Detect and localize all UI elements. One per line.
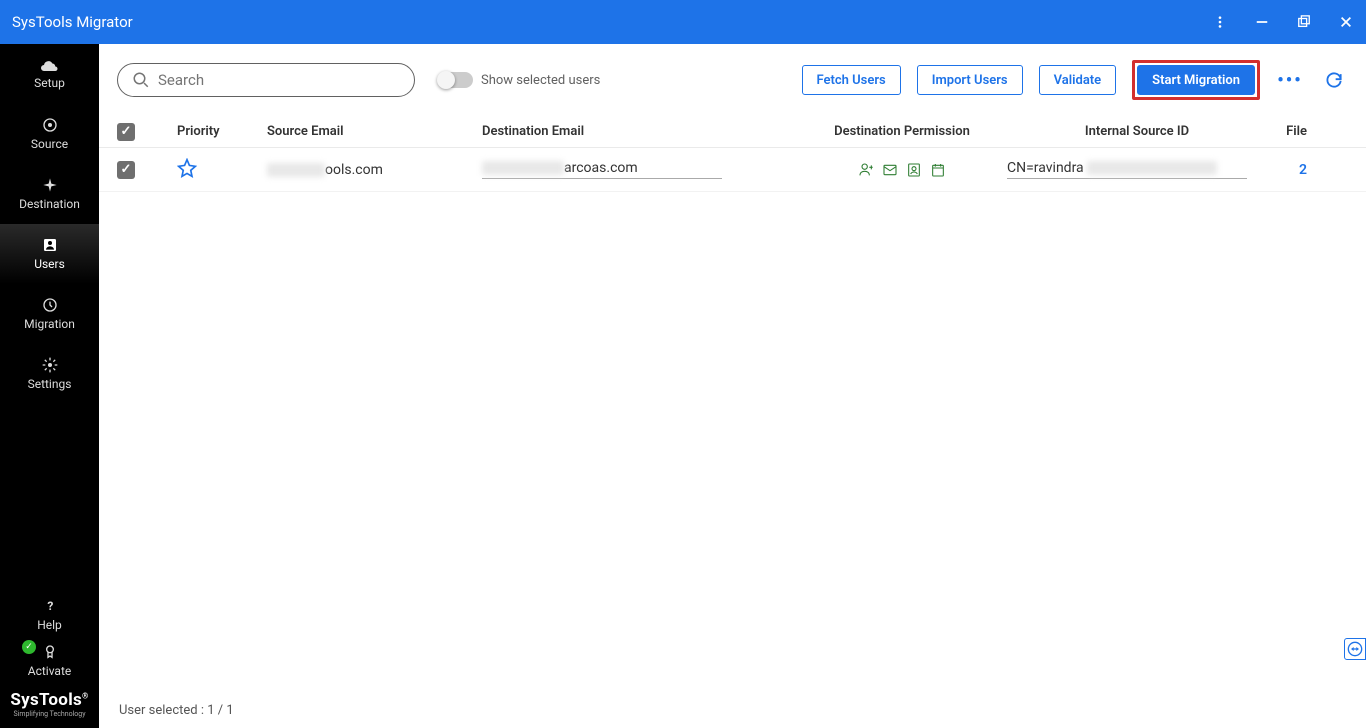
fetch-users-button[interactable]: Fetch Users [802,65,901,95]
window-controls [1212,14,1354,30]
toggle-switch[interactable] [439,72,473,88]
sidebar-item-label: Settings [28,377,72,391]
users-table: Priority Source Email Destination Email … [99,116,1366,192]
statusbar: User selected : 1 / 1 [119,703,234,718]
main-panel: Show selected users Fetch Users Import U… [99,44,1366,728]
sidebar-item-label: Setup [34,76,65,90]
user-icon [858,162,874,178]
priority-star[interactable] [177,158,267,182]
sidebar-item-settings[interactable]: Settings [0,344,99,404]
redacted-text [1087,161,1217,175]
col-source-email: Source Email [267,124,482,139]
help-icon: ? [42,598,58,614]
cell-destination-email[interactable]: arcoas.com [482,160,797,179]
sidebar-item-activate[interactable]: Activate [0,638,99,684]
select-all-checkbox[interactable] [117,123,135,141]
validate-button[interactable]: Validate [1039,65,1117,95]
table-header: Priority Source Email Destination Email … [99,116,1366,148]
row-checkbox[interactable] [117,161,135,179]
toolbar: Show selected users Fetch Users Import U… [99,44,1366,116]
cell-source-email: ools.com [267,162,482,178]
users-icon [42,237,58,253]
sidebar-item-label: Help [37,618,62,632]
teamviewer-icon [1347,641,1363,657]
search-input-wrap[interactable] [117,63,415,97]
source-icon [42,117,58,133]
titlebar: SysTools Migrator [0,0,1366,44]
redacted-text [267,163,325,177]
app-title: SysTools Migrator [12,13,1212,31]
sidebar-item-label: Activate [28,664,72,678]
maximize-icon[interactable] [1296,14,1312,30]
sidebar-item-label: Source [31,137,68,151]
badge-icon [42,644,58,660]
col-priority: Priority [177,124,267,139]
gear-icon [42,357,58,373]
sidebar-item-migration[interactable]: Migration [0,284,99,344]
sidebar-item-label: Users [34,257,65,271]
mail-icon [882,162,898,178]
sidebar: Setup Source Destination Users Migration… [0,44,99,728]
brand-tagline: Simplifying Technology [0,710,99,718]
redacted-text [482,161,564,175]
activated-badge-icon [22,640,36,654]
more-button[interactable]: ••• [1276,66,1304,94]
search-input[interactable] [158,71,400,89]
import-users-button[interactable]: Import Users [917,65,1023,95]
cell-file-link[interactable]: 2 [1267,162,1327,178]
col-internal-source-id: Internal Source ID [1007,124,1267,139]
calendar-icon [930,162,946,178]
svg-text:?: ? [47,599,53,613]
more-vertical-icon[interactable] [1212,14,1228,30]
sidebar-item-help[interactable]: ? Help [0,592,99,638]
minimize-icon[interactable] [1254,14,1270,30]
teamviewer-widget[interactable] [1344,638,1366,660]
sidebar-item-source[interactable]: Source [0,104,99,164]
close-icon[interactable] [1338,14,1354,30]
cloud-icon [41,58,59,72]
col-file: File [1267,124,1327,139]
start-migration-button[interactable]: Start Migration [1137,65,1255,95]
sidebar-item-destination[interactable]: Destination [0,164,99,224]
destination-icon [42,177,58,193]
sidebar-item-label: Destination [19,197,80,211]
brand: SysTools® Simplifying Technology [0,684,99,728]
search-icon [132,71,150,89]
cell-destination-permission [797,162,1007,178]
brand-name: SysTools [10,690,82,710]
sidebar-item-setup[interactable]: Setup [0,44,99,104]
more-horizontal-icon: ••• [1277,70,1302,91]
start-migration-highlight: Start Migration [1132,60,1260,100]
sidebar-item-users[interactable]: Users [0,224,99,284]
refresh-button[interactable] [1320,66,1348,94]
contact-icon [906,162,922,178]
col-destination-permission: Destination Permission [797,124,1007,139]
sidebar-item-label: Migration [24,317,75,331]
toggle-label: Show selected users [481,73,600,88]
col-destination-email: Destination Email [482,124,797,139]
refresh-icon [1324,70,1344,90]
clock-icon [42,297,58,313]
cell-internal-source-id[interactable]: CN=ravindra [1007,160,1267,179]
show-selected-toggle[interactable]: Show selected users [439,72,600,88]
table-row[interactable]: ools.com arcoas.com CN=ravindra 2 [99,148,1366,192]
star-icon [177,158,197,178]
